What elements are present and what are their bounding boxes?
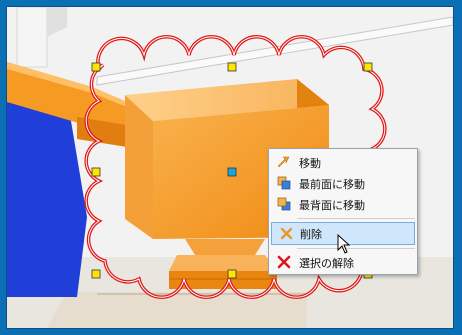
menu-item-label: 最前面に移動 (299, 177, 365, 191)
move-arrow-icon (277, 156, 290, 168)
send-to-back-icon (277, 197, 291, 211)
menu-item-bring-to-front[interactable]: 最前面に移動 (269, 173, 417, 194)
menu-item-label: 削除 (300, 227, 322, 241)
resize-handle-bottom-left[interactable] (91, 269, 101, 279)
mouse-pointer-icon (337, 234, 351, 254)
3d-viewport[interactable]: 移動 最前面に移動 最背面に移動 削除 選択の解除 (6, 6, 454, 329)
center-handle[interactable] (227, 167, 237, 177)
deselect-x-icon (277, 255, 291, 269)
menu-separator (297, 248, 415, 249)
menu-item-label: 移動 (299, 156, 321, 170)
resize-handle-bottom[interactable] (227, 269, 237, 279)
resize-handle-left[interactable] (91, 167, 101, 177)
resize-handle-top[interactable] (227, 62, 237, 72)
resize-handle-top-left[interactable] (91, 62, 101, 72)
bring-to-front-icon (277, 176, 291, 190)
menu-item-move[interactable]: 移動 (269, 152, 417, 173)
pedestal-top (169, 255, 277, 271)
pedestal-neck (185, 239, 265, 255)
menu-item-deselect[interactable]: 選択の解除 (269, 252, 417, 273)
wall-block (16, 7, 48, 68)
context-menu[interactable]: 移動 最前面に移動 最背面に移動 削除 選択の解除 (268, 148, 418, 275)
menu-item-label: 最背面に移動 (299, 198, 365, 212)
delete-icon (280, 227, 293, 240)
resize-handle-top-right[interactable] (363, 62, 373, 72)
menu-item-send-to-back[interactable]: 最背面に移動 (269, 194, 417, 215)
menu-item-label: 選択の解除 (299, 256, 354, 270)
floor-slab (47, 292, 307, 328)
menu-separator (297, 218, 415, 219)
